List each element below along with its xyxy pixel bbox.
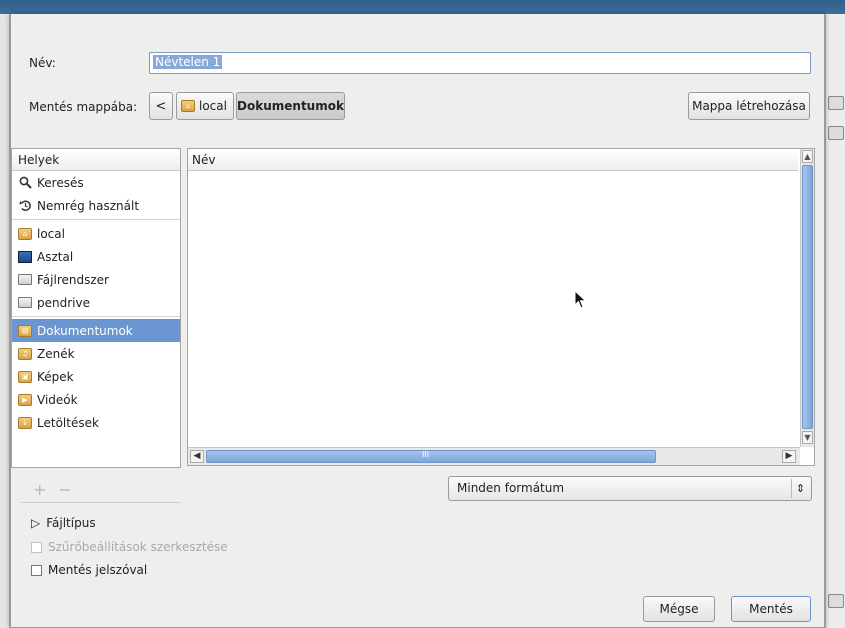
place-label: pendrive: [37, 295, 90, 310]
places-header-label: Helyek: [18, 153, 60, 167]
scroll-up-icon[interactable]: ▲: [802, 150, 813, 163]
format-select[interactable]: Minden formátum ⇕: [448, 476, 812, 501]
place-music[interactable]: ♫ Zenék: [12, 342, 180, 365]
home-folder-icon: ⌂: [18, 227, 32, 240]
places-separator: [12, 316, 180, 317]
filename-value: Névtelen 1: [153, 55, 223, 69]
place-videos[interactable]: ▶ Videók: [12, 388, 180, 411]
places-separator: [12, 219, 180, 220]
videos-folder-icon: ▶: [18, 393, 32, 406]
file-list[interactable]: Név ▲ ▼ ◀ III ▶: [187, 148, 815, 466]
place-label: Nemrég használt: [37, 198, 140, 213]
up-down-chevron-icon: ⇕: [791, 479, 809, 498]
file-type-label: Fájltípus: [46, 516, 96, 530]
breadcrumb-documents-label: Dokumentumok: [237, 99, 344, 113]
filter-options-checkbox[interactable]: Szűrőbeállítások szerkesztése: [31, 540, 228, 554]
scroll-left-icon[interactable]: ◀: [190, 450, 204, 463]
place-label: Asztal: [37, 249, 74, 264]
breadcrumb-documents[interactable]: Dokumentumok: [236, 92, 345, 120]
save-dialog: Név: Névtelen 1 Mentés mappába: < ⌂ loca…: [10, 14, 825, 628]
name-label: Név:: [29, 56, 56, 70]
background-icon: [828, 96, 844, 110]
password-label: Mentés jelszóval: [48, 563, 148, 577]
home-folder-icon: ⌂: [181, 100, 195, 112]
place-downloads[interactable]: ↓ Letöltések: [12, 411, 180, 434]
places-panel: Helyek Keresés Nemrég használt ⌂ local A…: [11, 148, 181, 468]
save-button[interactable]: Mentés: [731, 596, 811, 622]
name-column-header[interactable]: Név: [188, 149, 798, 171]
file-type-expander[interactable]: ▷ Fájltípus: [31, 516, 96, 530]
pictures-folder-icon: ▣: [18, 370, 32, 383]
place-local[interactable]: ⌂ local: [12, 222, 180, 245]
place-documents[interactable]: ▤ Dokumentumok: [12, 319, 180, 342]
checkbox-icon: [31, 541, 42, 553]
place-label: Dokumentumok: [37, 323, 133, 338]
password-checkbox[interactable]: Mentés jelszóval: [31, 563, 147, 577]
place-recent[interactable]: Nemrég használt: [12, 194, 180, 217]
scroll-right-icon[interactable]: ▶: [782, 450, 796, 463]
cancel-button[interactable]: Mégse: [643, 596, 715, 622]
places-header: Helyek: [12, 149, 180, 171]
background-right-toolbar: [825, 14, 845, 628]
recent-icon: [18, 199, 32, 212]
divider: [21, 502, 181, 503]
place-pendrive[interactable]: pendrive: [12, 291, 180, 314]
create-folder-button[interactable]: Mappa létrehozása: [688, 92, 810, 120]
background-icon: [828, 126, 844, 140]
place-desktop[interactable]: Asztal: [12, 245, 180, 268]
remove-place-button[interactable]: −: [58, 480, 83, 499]
name-column-label: Név: [192, 153, 216, 167]
scroll-grip: III: [422, 450, 430, 459]
places-edit-buttons: +−: [33, 480, 84, 499]
triangle-right-icon: ▷: [31, 516, 41, 530]
documents-folder-icon: ▤: [18, 324, 32, 337]
place-label: local: [37, 226, 65, 241]
place-pictures[interactable]: ▣ Képek: [12, 365, 180, 388]
format-select-value: Minden formátum: [457, 481, 565, 495]
breadcrumb-local-label: local: [199, 99, 227, 113]
search-icon: [18, 176, 32, 189]
drive-icon: [18, 296, 32, 309]
place-search[interactable]: Keresés: [12, 171, 180, 194]
cancel-label: Mégse: [659, 602, 699, 616]
music-folder-icon: ♫: [18, 347, 32, 360]
filename-input[interactable]: Névtelen 1: [149, 52, 811, 74]
horizontal-scroll-thumb[interactable]: III: [206, 450, 656, 463]
add-place-button[interactable]: +: [33, 480, 58, 499]
place-label: Képek: [37, 369, 74, 384]
save-in-label: Mentés mappába:: [29, 100, 138, 114]
vertical-scrollbar[interactable]: ▲ ▼: [800, 149, 814, 447]
place-label: Keresés: [37, 175, 84, 190]
place-filesystem[interactable]: Fájlrendszer: [12, 268, 180, 291]
vertical-scroll-thumb[interactable]: [802, 165, 813, 429]
filter-options-label: Szűrőbeállítások szerkesztése: [48, 540, 228, 554]
background-icon: [828, 594, 844, 608]
place-label: Letöltések: [37, 415, 99, 430]
place-label: Zenék: [37, 346, 75, 361]
background-titlebar: [0, 0, 845, 14]
drive-icon: [18, 273, 32, 286]
checkbox-icon: [31, 564, 42, 576]
background-left-edge: [0, 14, 10, 628]
save-label: Mentés: [749, 602, 793, 616]
create-folder-label: Mappa létrehozása: [692, 99, 806, 113]
place-label: Fájlrendszer: [37, 272, 109, 287]
breadcrumb-back-button[interactable]: <: [149, 92, 173, 120]
mouse-cursor-icon: [574, 290, 587, 309]
horizontal-scrollbar[interactable]: ◀ III ▶: [188, 447, 800, 465]
desktop-icon: [18, 250, 32, 263]
place-label: Videók: [37, 392, 78, 407]
breadcrumb-local[interactable]: ⌂ local: [176, 92, 234, 120]
scroll-down-icon[interactable]: ▼: [802, 431, 813, 444]
downloads-folder-icon: ↓: [18, 416, 32, 429]
chevron-left-icon: <: [155, 98, 167, 114]
